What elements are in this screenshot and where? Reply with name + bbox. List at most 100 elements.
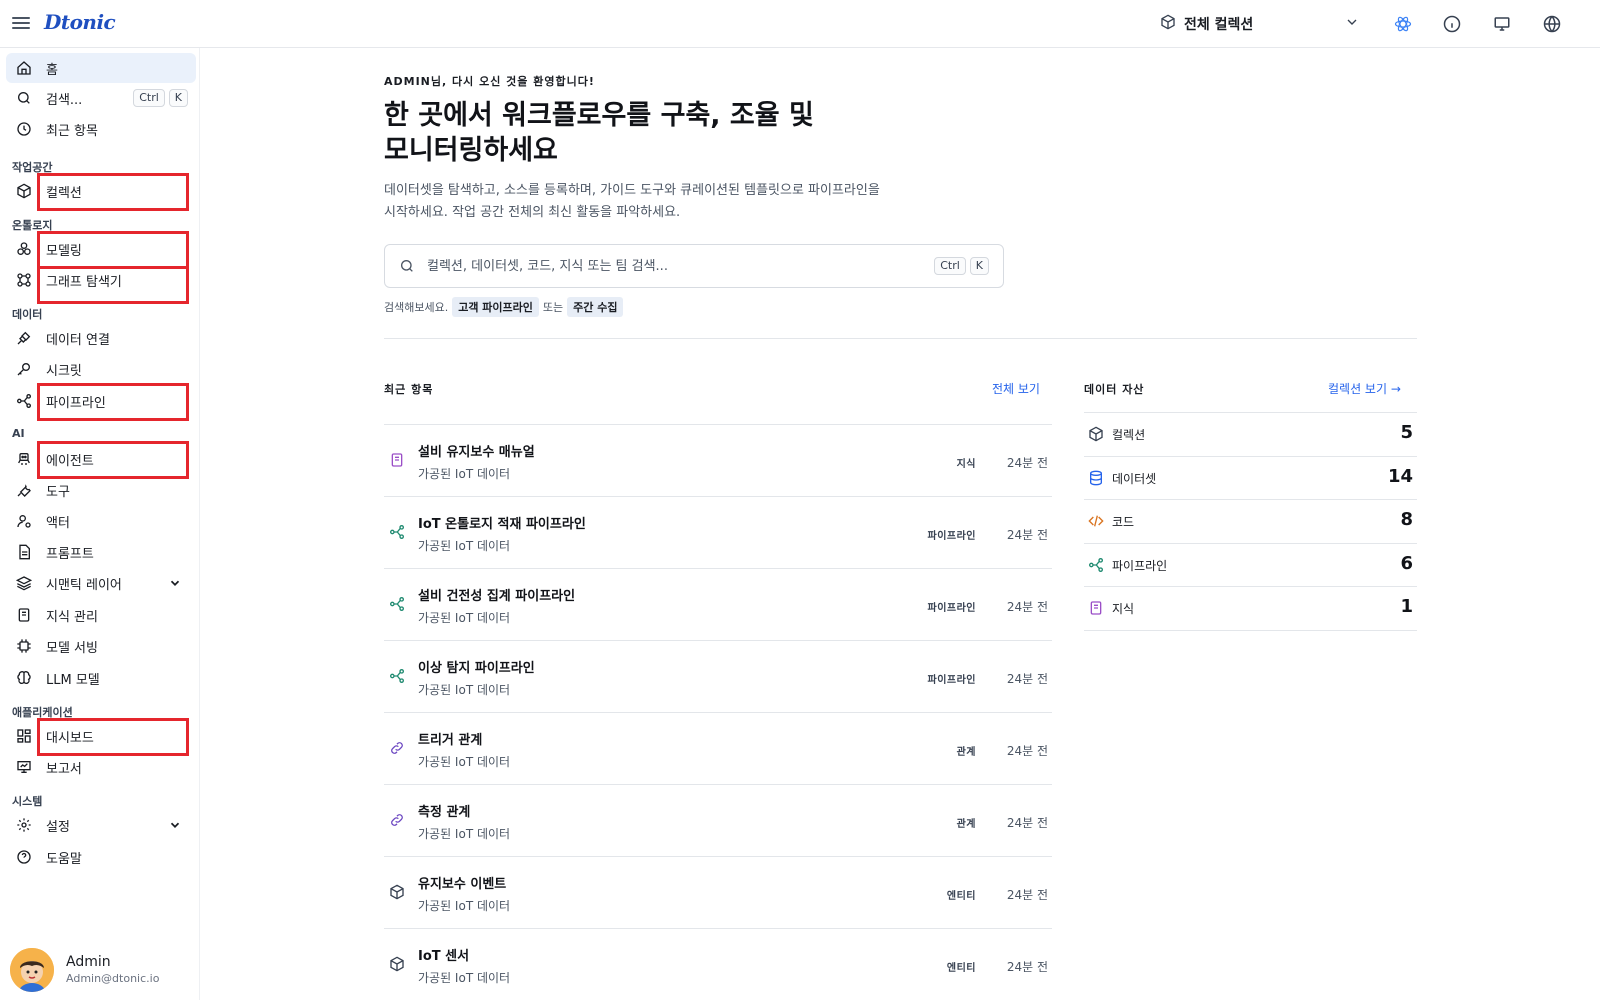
graph-icon [14,270,34,290]
asset-label: 파이프라인 [1112,558,1168,573]
monitor-icon[interactable] [1491,13,1513,35]
sidebar-item-dashboard[interactable]: 대시보드 [6,721,196,751]
menu-icon[interactable] [12,14,30,34]
recent-item-type: 파이프라인 [927,531,976,542]
view-all-link[interactable]: 전체 보기 [992,380,1040,397]
graph-atom-icon[interactable] [1392,13,1414,35]
sidebar-item-modeling[interactable]: 모델링 [6,234,196,264]
kbd-k: K [969,257,989,275]
sidebar-item-home[interactable]: 홈 [6,53,196,83]
code-icon [1088,513,1104,529]
global-search[interactable]: Ctrl K [384,244,1004,288]
main-content: ADMIN님, 다시 오신 것을 환영합니다! 한 곳에서 워크플로우를 구축,… [200,48,1600,1000]
info-icon[interactable] [1441,13,1463,35]
search-input[interactable] [427,255,907,277]
clock-icon [14,119,34,139]
sidebar-item-prompt[interactable]: 프롬프트 [6,537,196,567]
sidebar-item-model-serving[interactable]: 모델 서빙 [6,631,196,661]
asset-label: 데이터셋 [1112,471,1157,486]
wrench-icon [14,480,34,500]
sidebar-item-graph-explorer[interactable]: 그래프 탐색기 [6,265,196,295]
sidebar-item-pipeline[interactable]: 파이프라인 [6,386,196,416]
recent-item-time: 24분 전 [1006,960,1048,974]
layers-icon [14,573,34,593]
recent-item-row[interactable]: 설비 유지보수 매뉴얼 가공된 IoT 데이터 지식 24분 전 [384,425,1052,497]
sidebar-item-collection[interactable]: 컬렉션 [6,176,196,206]
recent-item-subtitle: 가공된 IoT 데이터 [418,611,511,625]
asset-row[interactable]: 코드 8 [1084,500,1417,544]
pipeline-icon [14,391,34,411]
sidebar-item-tool[interactable]: 도구 [6,475,196,505]
recent-item-type: 파이프라인 [927,675,976,686]
asset-count: 8 [1400,509,1413,531]
page-title: 한 곳에서 워크플로우를 구축, 조율 및 모니터링하세요 [384,100,814,166]
sidebar-item-secret[interactable]: 시크릿 [6,354,196,384]
suggestion-chip[interactable]: 고객 파이프라인 [452,297,539,317]
plug-icon [14,328,34,348]
sidebar-item-report[interactable]: 보고서 [6,752,196,782]
asset-label: 코드 [1112,515,1135,530]
sidebar-item-semantic-layer[interactable]: 시맨틱 레이어 [6,568,196,598]
recent-item-row[interactable]: 설비 건전성 집계 파이프라인 가공된 IoT 데이터 파이프라인 24분 전 [384,569,1052,641]
chevron-down-icon[interactable] [168,818,182,836]
section-label-system: 시스템 [12,795,43,808]
asset-row[interactable]: 컬렉션 5 [1084,413,1417,457]
recent-item-row[interactable]: IoT 센서 가공된 IoT 데이터 엔티티 24분 전 [384,929,1052,1000]
sidebar-item-settings[interactable]: 설정 [6,810,196,840]
recent-item-time: 24분 전 [1006,600,1048,614]
sidebar-item-knowledge[interactable]: 지식 관리 [6,600,196,630]
dashboard-icon [14,726,34,746]
section-label-applications: 애플리케이션 [12,706,73,719]
sidebar-item-llm-model[interactable]: LLM 모델 [6,663,196,693]
view-collections-link[interactable]: 컬렉션 보기 → [1328,380,1401,397]
page-description: 데이터셋을 탐색하고, 소스를 등록하며, 가이드 도구와 큐레이션된 템플릿으… [384,183,880,220]
presentation-icon [14,757,34,777]
recent-item-time: 24분 전 [1006,888,1048,902]
suggestion-chip[interactable]: 주간 수집 [567,297,624,317]
cube-icon [14,181,34,201]
asset-count: 5 [1400,422,1413,443]
link-icon [388,739,406,757]
recent-item-row[interactable]: 측정 관계 가공된 IoT 데이터 관계 24분 전 [384,785,1052,857]
asset-row[interactable]: 데이터셋 14 [1084,457,1417,501]
recent-item-title: IoT 온톨로지 적재 파이프라인 [418,517,586,532]
recent-item-time: 24분 전 [1006,528,1048,542]
asset-row[interactable]: 지식 1 [1084,587,1417,631]
asset-label: 컬렉션 [1112,428,1146,442]
sidebar-item-actor[interactable]: 액터 [6,506,196,536]
avatar [10,948,54,992]
cube-icon [388,883,406,901]
book-icon [14,605,34,625]
recent-item-row[interactable]: IoT 온톨로지 적재 파이프라인 가공된 IoT 데이터 파이프라인 24분 전 [384,497,1052,569]
recent-item-row[interactable]: 이상 탐지 파이프라인 가공된 IoT 데이터 파이프라인 24분 전 [384,641,1052,713]
recent-item-title: 트리거 관계 [418,733,483,748]
recent-item-type: 관계 [956,747,976,758]
home-icon [14,58,34,78]
collection-select[interactable]: 전체 컬렉션 [1160,12,1360,36]
search-icon [399,258,415,278]
pipeline-icon [388,667,406,685]
recent-item-row[interactable]: 트리거 관계 가공된 IoT 데이터 관계 24분 전 [384,713,1052,785]
sidebar-item-recent[interactable]: 최근 항목 [6,114,196,144]
recent-item-time: 24분 전 [1006,816,1048,830]
key-icon [14,359,34,379]
globe-icon[interactable] [1541,13,1563,35]
sidebar-item-help[interactable]: 도움말 [6,842,196,872]
sidebar-item-data-connection[interactable]: 데이터 연결 [6,323,196,353]
cube-icon [1160,14,1176,34]
sidebar: 홈 검색... Ctrl K 최근 항목 작업공간 컬렉션 온톨로지 모델링 그… [0,48,200,1000]
app-logo[interactable]: Dtonic [44,10,116,34]
assets-section-title: 데이터 자산 [1084,383,1145,396]
kbd-k: K [168,89,188,107]
recent-item-row[interactable]: 유지보수 이벤트 가공된 IoT 데이터 엔티티 24분 전 [384,857,1052,929]
recent-item-type: 엔티티 [946,891,976,902]
sidebar-item-search[interactable]: 검색... Ctrl K [6,83,196,113]
chevron-down-icon[interactable] [168,576,182,594]
asset-row[interactable]: 파이프라인 6 [1084,544,1417,588]
user-profile[interactable]: Admin Admin@dtonic.io [10,948,195,998]
pipeline-icon [388,523,406,541]
sidebar-item-agent[interactable]: 에이전트 [6,444,196,474]
document-icon [14,542,34,562]
cube-icon [388,955,406,973]
recent-item-subtitle: 가공된 IoT 데이터 [418,899,511,913]
